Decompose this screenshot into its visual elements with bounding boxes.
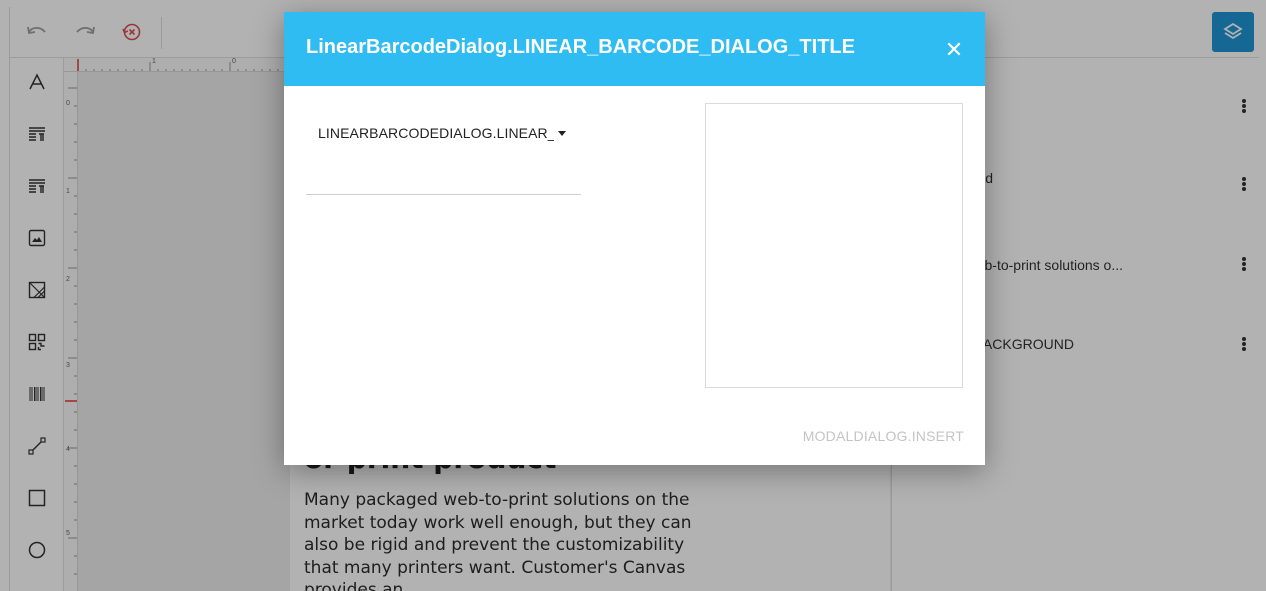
dialog-header: LinearBarcodeDialog.LINEAR_BARCODE_DIALO… [284, 12, 985, 86]
linear-barcode-dialog: LinearBarcodeDialog.LINEAR_BARCODE_DIALO… [284, 12, 985, 465]
barcode-value-input[interactable] [306, 162, 581, 195]
insert-button[interactable]: MODALDIALOG.INSERT [784, 424, 964, 448]
chevron-down-icon [558, 130, 566, 136]
dialog-title: LinearBarcodeDialog.LINEAR_BARCODE_DIALO… [306, 36, 855, 58]
close-icon[interactable]: ✕ [940, 36, 968, 64]
barcode-type-select[interactable]: LINEARBARCODEDIALOG.LINEAR_I [318, 122, 578, 144]
barcode-type-value: LINEARBARCODEDIALOG.LINEAR_I [318, 125, 554, 141]
barcode-preview [705, 103, 963, 388]
